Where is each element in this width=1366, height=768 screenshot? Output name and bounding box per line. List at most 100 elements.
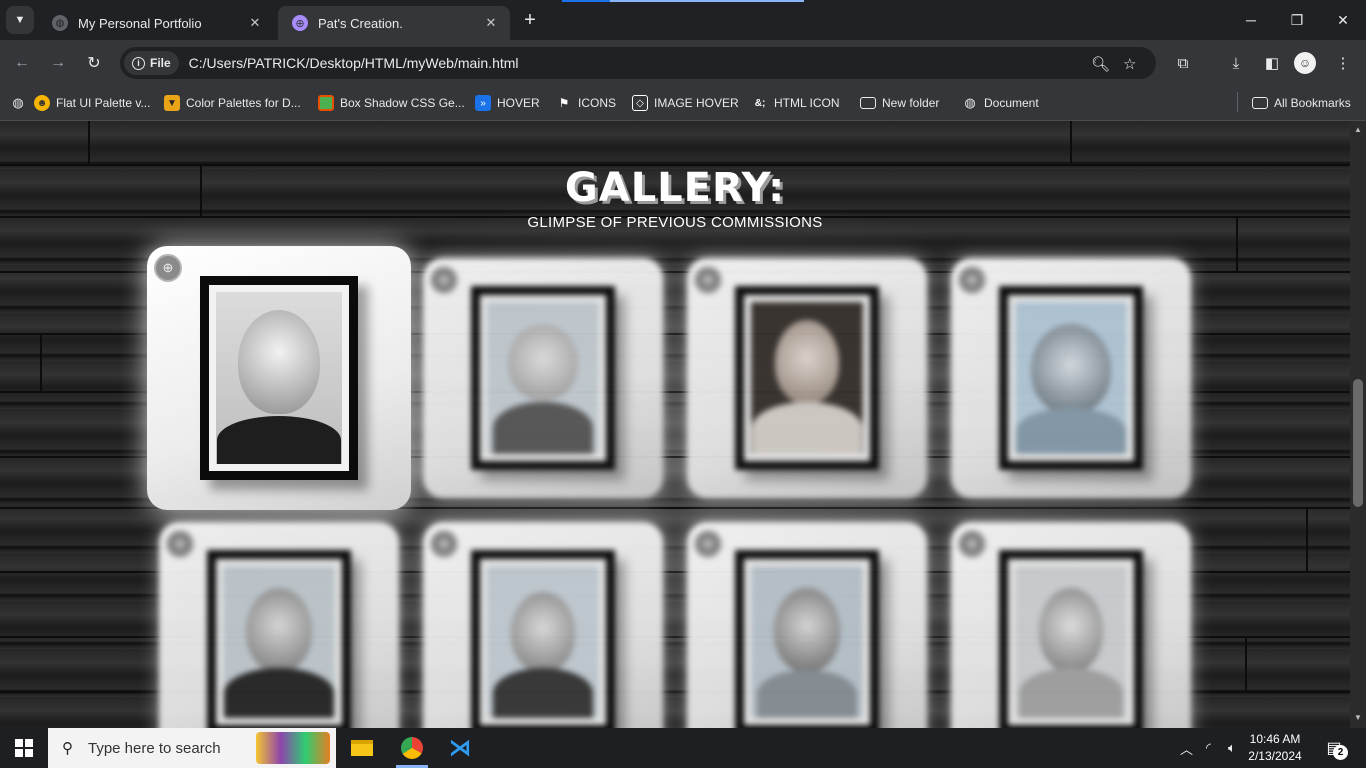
extensions-icon[interactable]: ⧉ — [1170, 50, 1196, 76]
bookmark-label: New folder — [882, 96, 940, 110]
picture-frame — [200, 276, 358, 480]
bookmark-html-icon[interactable]: &; HTML ICON — [752, 93, 840, 113]
logo-badge-icon: ⊕ — [694, 530, 722, 558]
info-icon: i — [132, 56, 145, 70]
reload-icon: ↻ — [87, 55, 101, 72]
gallery-card-mother-child[interactable]: ⊕ — [951, 258, 1191, 498]
scrollbar-thumb[interactable] — [1353, 379, 1363, 507]
start-button[interactable] — [0, 728, 48, 768]
picture-frame — [999, 550, 1143, 728]
bookmark-label: Color Palettes for D... — [186, 96, 301, 110]
wood-plank-seam — [1070, 121, 1072, 164]
show-hidden-icons-button[interactable]: ︿ — [1180, 728, 1193, 768]
taskbar-clock[interactable]: 10:46 AM 2/13/2024 — [1245, 731, 1305, 765]
page-viewport: GALLERY: GLIMPSE OF PREVIOUS COMMISSIONS… — [0, 121, 1350, 728]
zoom-icon[interactable]: 🔍︎ — [1091, 55, 1110, 73]
portrait-mother-child — [1015, 302, 1127, 454]
chrome-taskbar-button[interactable] — [388, 728, 436, 768]
taskbar-search-box[interactable]: ⚲ Type here to search — [48, 728, 336, 768]
restore-button[interactable]: ❐ — [1274, 0, 1320, 40]
bookmarks-bar: ◍ ☻ Flat UI Palette v... ▼ Color Palette… — [0, 86, 1366, 121]
vscode-taskbar-button[interactable]: ⋊ — [436, 728, 484, 768]
close-icon[interactable]: ✕ — [246, 14, 264, 32]
file-explorer-button[interactable] — [338, 728, 386, 768]
bookmark-flat-ui-palette[interactable]: ☻ Flat UI Palette v... — [34, 93, 150, 113]
new-tab-button[interactable]: + — [518, 9, 542, 33]
star-icon[interactable]: ☆ — [1123, 55, 1136, 73]
portrait-woman-hand-chin — [751, 566, 863, 718]
bookmark-label: IMAGE HOVER — [654, 96, 739, 110]
minimize-button[interactable]: ─ — [1228, 0, 1274, 40]
tab-pats-creation[interactable]: ⊕ Pat's Creation. ✕ — [278, 6, 510, 40]
tab-search-button[interactable]: ▼ — [6, 6, 34, 34]
bookmark-image-hover[interactable]: ◇ IMAGE HOVER — [632, 93, 739, 113]
bookmark-label: Box Shadow CSS Ge... — [340, 96, 465, 110]
gallery-card-woman-headscarf[interactable]: ⊕ — [687, 258, 927, 498]
all-bookmarks-button[interactable]: All Bookmarks — [1252, 93, 1351, 113]
bookmark-box-shadow[interactable]: Box Shadow CSS Ge... — [318, 93, 465, 113]
gallery-card-graduate[interactable]: ⊕ — [423, 522, 663, 728]
folder-icon — [860, 97, 876, 109]
gallery-card-long-haired-woman[interactable]: ⊕ — [951, 522, 1191, 728]
gallery-card-child[interactable]: ⊕ — [423, 258, 663, 498]
logo-badge-icon: ⊕ — [166, 530, 194, 558]
flag-icon: ⚑ — [558, 96, 570, 110]
reload-button[interactable]: ↻ — [80, 49, 108, 77]
clock-time: 10:46 AM — [1249, 732, 1301, 746]
bookmark-label: HTML ICON — [774, 96, 840, 110]
bookmark-hover[interactable]: » HOVER — [475, 93, 540, 113]
tab-title: My Personal Portfolio — [78, 15, 202, 31]
address-bar[interactable]: i File C:/Users/PATRICK/Desktop/HTML/myW… — [120, 47, 1156, 79]
picture-frame — [471, 286, 615, 470]
tab-my-personal-portfolio[interactable]: ◍ My Personal Portfolio ✕ — [38, 6, 274, 40]
logo-badge-icon: ⊕ — [958, 530, 986, 558]
close-window-button[interactable]: ✕ — [1320, 0, 1366, 40]
bookmark-color-palettes[interactable]: ▼ Color Palettes for D... — [164, 93, 301, 113]
logo-badge-icon: ⊕ — [154, 254, 182, 282]
bookmark-apps[interactable]: ◍ — [10, 93, 26, 113]
all-bookmarks-label: All Bookmarks — [1274, 96, 1351, 110]
tab-title: Pat's Creation. — [318, 15, 403, 31]
profile-avatar[interactable]: ☺ — [1294, 52, 1316, 74]
search-placeholder: Type here to search — [88, 739, 221, 757]
forward-button[interactable]: → — [44, 49, 72, 77]
hover-icon: » — [475, 95, 491, 111]
notification-center-button[interactable]: ▤ 2 — [1318, 734, 1350, 762]
back-button[interactable]: ← — [8, 49, 36, 77]
url-text: C:/Users/PATRICK/Desktop/HTML/myWeb/main… — [188, 55, 519, 71]
bookmark-label: ICONS — [578, 96, 617, 110]
vscode-icon: ⋊ — [449, 735, 471, 760]
palette-icon: ▼ — [164, 95, 180, 111]
logo-badge-icon: ⊕ — [958, 266, 986, 294]
logo-badge-icon: ⊕ — [694, 266, 722, 294]
bookmark-new-folder[interactable]: New folder — [860, 93, 939, 113]
bookmark-icons[interactable]: ⚑ ICONS — [556, 93, 616, 113]
gallery-card-smiling-woman[interactable]: ⊕ — [159, 522, 399, 728]
scroll-down-arrow-icon[interactable]: ▼ — [1353, 713, 1363, 722]
picture-frame — [471, 550, 615, 728]
gallery-card-elderly-man[interactable]: ⊕ — [147, 246, 411, 510]
logo-badge-icon: ⊕ — [430, 530, 458, 558]
page-scrollbar[interactable]: ▲ ▼ — [1350, 121, 1366, 728]
wood-plank-seam — [88, 121, 90, 164]
network-icon[interactable]: ◜ — [1206, 728, 1211, 768]
page-load-progress — [562, 0, 804, 2]
search-icon: ⚲ — [62, 740, 73, 757]
search-highlight-image — [256, 732, 330, 764]
globe-icon: ◍ — [12, 95, 24, 110]
bookmarks-separator — [1237, 92, 1238, 112]
notification-count: 2 — [1333, 745, 1348, 760]
bookmark-document[interactable]: ◍ Document — [962, 93, 1039, 113]
scroll-up-arrow-icon[interactable]: ▲ — [1353, 125, 1363, 134]
bookmark-label: Document — [984, 96, 1039, 110]
close-icon[interactable]: ✕ — [482, 14, 500, 32]
picture-frame — [207, 550, 351, 728]
menu-kebab-icon[interactable]: ⋮ — [1330, 50, 1356, 76]
ampersand-icon: &; — [754, 97, 766, 109]
download-icon[interactable]: ⤓ — [1223, 50, 1249, 76]
side-panel-icon[interactable]: ◧ — [1259, 50, 1285, 76]
gallery-card-woman-hand-chin[interactable]: ⊕ — [687, 522, 927, 728]
volume-icon[interactable]: 🔈︎ — [1228, 728, 1236, 768]
site-info-chip[interactable]: i File — [124, 51, 179, 75]
gallery-subtitle: GLIMPSE OF PREVIOUS COMMISSIONS — [527, 214, 823, 231]
